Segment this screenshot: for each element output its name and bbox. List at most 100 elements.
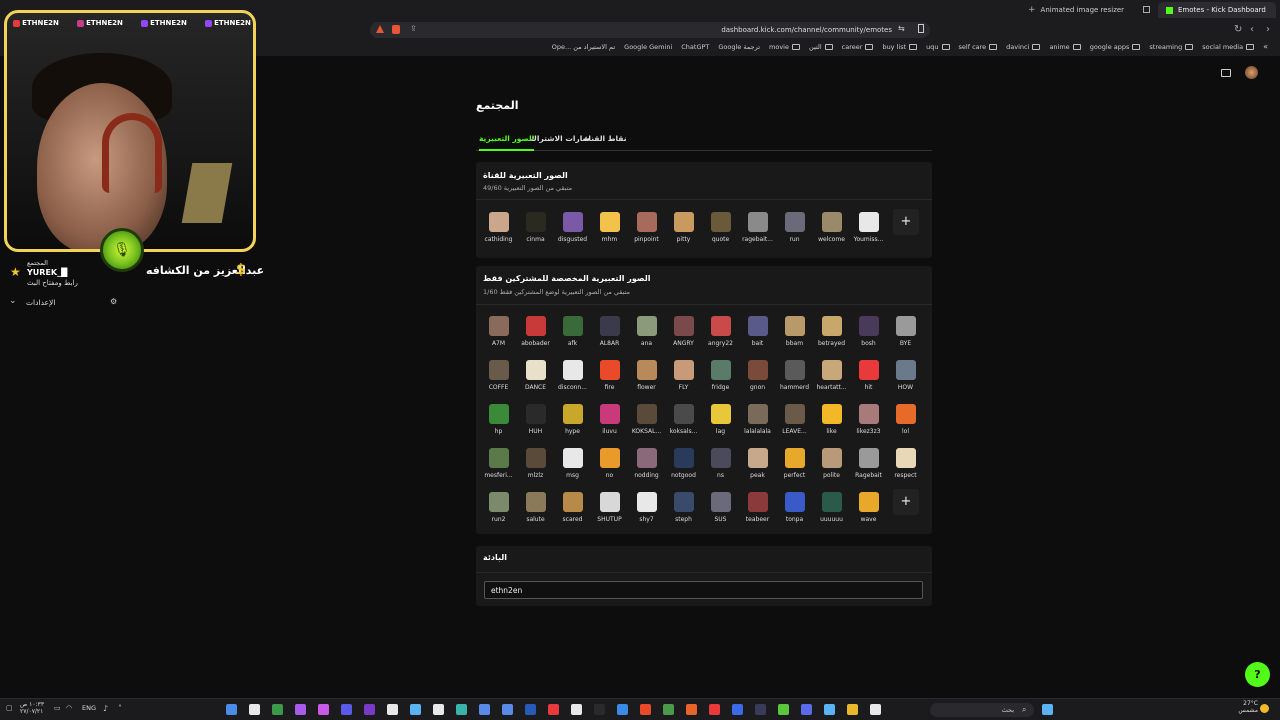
share-icon[interactable]: ⇪: [410, 24, 417, 33]
tab-emotes-kick[interactable]: Emotes - Kick Dashboard: [1158, 2, 1276, 18]
emote-item[interactable]: run: [776, 212, 813, 243]
emote-item[interactable]: like: [813, 404, 850, 435]
taskbar-app-icon[interactable]: [847, 704, 858, 715]
search-icon[interactable]: ⌕: [1022, 705, 1026, 715]
emote-item[interactable]: hammerd: [776, 360, 813, 391]
emote-item[interactable]: disconn...: [554, 360, 591, 391]
taskbar-app-icon[interactable]: [548, 704, 559, 715]
emote-item[interactable]: ana: [628, 316, 665, 347]
emote-item[interactable]: teabeer: [739, 492, 776, 523]
emote-item[interactable]: flower: [628, 360, 665, 391]
emote-item[interactable]: wave: [850, 492, 887, 523]
emote-item[interactable]: run2: [480, 492, 517, 523]
taskbar-app-icon[interactable]: [617, 704, 628, 715]
taskbar-app-icon[interactable]: [387, 704, 398, 715]
taskbar-app-icon[interactable]: [364, 704, 375, 715]
emote-item[interactable]: cathiding: [480, 212, 517, 243]
chevron-down-icon[interactable]: ⌄: [9, 296, 17, 306]
bookmark-davinci[interactable]: davinci: [1006, 42, 1041, 51]
taskbar-app-icon[interactable]: [640, 704, 651, 715]
inbox-icon[interactable]: [1221, 68, 1231, 77]
taskbar-app-icon[interactable]: [525, 704, 536, 715]
window-icon[interactable]: [1143, 6, 1150, 13]
taskbar-app-icon[interactable]: [686, 704, 697, 715]
emote-item[interactable]: bbam: [776, 316, 813, 347]
emote-item[interactable]: pinpoint: [628, 212, 665, 243]
taskbar-app-icon[interactable]: [433, 704, 444, 715]
add-sub-emote-button[interactable]: +: [893, 489, 919, 515]
emote-item[interactable]: polite: [813, 448, 850, 479]
emote-item[interactable]: mlzlz: [517, 448, 554, 479]
forward-icon[interactable]: ›: [1266, 24, 1270, 35]
bookmark-uqu[interactable]: uqu: [926, 42, 950, 51]
emote-item[interactable]: no: [591, 448, 628, 479]
emote-item[interactable]: tonpa: [776, 492, 813, 523]
emote-item[interactable]: hit: [850, 360, 887, 391]
translate-icon[interactable]: ⇆: [898, 24, 905, 33]
add-emote-button[interactable]: +: [893, 209, 919, 235]
emote-item[interactable]: shy7: [628, 492, 665, 523]
taskbar-app-icon[interactable]: [709, 704, 720, 715]
taskbar-app-icon[interactable]: [410, 704, 421, 715]
emote-item[interactable]: KOKSAL...: [628, 404, 665, 435]
emote-item[interactable]: notgood: [665, 448, 702, 479]
taskbar-app-icon[interactable]: [479, 704, 490, 715]
emote-item[interactable]: scared: [554, 492, 591, 523]
emote-item[interactable]: lalalalala: [739, 404, 776, 435]
emote-item[interactable]: heartatt...: [813, 360, 850, 391]
emote-item[interactable]: salute: [517, 492, 554, 523]
taskbar-app-icon[interactable]: [341, 704, 352, 715]
brave-shield-icon[interactable]: [392, 25, 400, 34]
emote-item[interactable]: nodding: [628, 448, 665, 479]
mic-icon[interactable]: ♪: [103, 704, 108, 713]
address-bar[interactable]: dashboard.kick.com/channel/community/emo…: [370, 22, 930, 38]
sidebar-stream-key-link[interactable]: رابط ومفتاح البث: [27, 279, 78, 287]
reload-icon[interactable]: ↻: [1234, 24, 1242, 35]
emote-item[interactable]: ANGRY: [665, 316, 702, 347]
bookmark-google-translate[interactable]: ترجمة Google: [718, 42, 760, 51]
emote-item[interactable]: angry22: [702, 316, 739, 347]
emote-item[interactable]: abobader: [517, 316, 554, 347]
gear-icon[interactable]: ⚙: [110, 297, 117, 306]
emote-item[interactable]: DANCE: [517, 360, 554, 391]
help-chat-icon[interactable]: ?: [1245, 662, 1270, 687]
emote-item[interactable]: FLY: [665, 360, 702, 391]
taskbar-app-icon[interactable]: [594, 704, 605, 715]
taskbar-app-icon[interactable]: [272, 704, 283, 715]
taskbar-clock[interactable]: ١٠:٣٣ ص ٢٧/٠٧/٢١: [20, 701, 44, 715]
sidebar-settings[interactable]: الإعدادات: [26, 298, 55, 307]
emote-item[interactable]: LEAVE...: [776, 404, 813, 435]
emote-item[interactable]: Ragebait: [850, 448, 887, 479]
bookmarks-more-icon[interactable]: »: [1263, 42, 1268, 51]
emote-item[interactable]: msg: [554, 448, 591, 479]
tab-channel-points[interactable]: نقاط القناة: [584, 134, 627, 143]
taskbar-app-icon[interactable]: [778, 704, 789, 715]
emote-item[interactable]: HOW: [887, 360, 924, 391]
bookmark-anime[interactable]: anime: [1049, 42, 1081, 51]
emote-item[interactable]: hype: [554, 404, 591, 435]
tab-animated-resizer[interactable]: + Animated image resizer: [1020, 2, 1140, 18]
emote-item[interactable]: ragebait...: [739, 212, 776, 243]
taskbar-app-icon[interactable]: [571, 704, 582, 715]
tab-emotes[interactable]: الصور التعبيرية: [479, 134, 535, 151]
bookmark-buy-list[interactable]: buy list: [882, 42, 918, 51]
sidebar-community[interactable]: المجتمع: [27, 259, 48, 267]
taskbar-language[interactable]: ENG: [82, 704, 96, 712]
taskbar-app-icon[interactable]: [295, 704, 306, 715]
taskbar-app-icon[interactable]: [732, 704, 743, 715]
emote-item[interactable]: afk: [554, 316, 591, 347]
emote-item[interactable]: HUH: [517, 404, 554, 435]
chevron-up-icon[interactable]: ˄: [118, 704, 122, 713]
bookmark-self-care[interactable]: self care: [959, 42, 998, 51]
emote-item[interactable]: BYE: [887, 316, 924, 347]
emote-item[interactable]: lag: [702, 404, 739, 435]
battery-icon[interactable]: ▭: [54, 704, 61, 712]
emote-item[interactable]: disgusted: [554, 212, 591, 243]
plus-icon[interactable]: +: [1028, 5, 1036, 15]
bookmark-imported[interactable]: تم الاستيراد من ...Ope: [552, 42, 615, 51]
emote-item[interactable]: fire: [591, 360, 628, 391]
taskbar-app-icon[interactable]: [663, 704, 674, 715]
emote-item[interactable]: respect: [887, 448, 924, 479]
emote-item[interactable]: A7M: [480, 316, 517, 347]
emote-item[interactable]: fridge: [702, 360, 739, 391]
